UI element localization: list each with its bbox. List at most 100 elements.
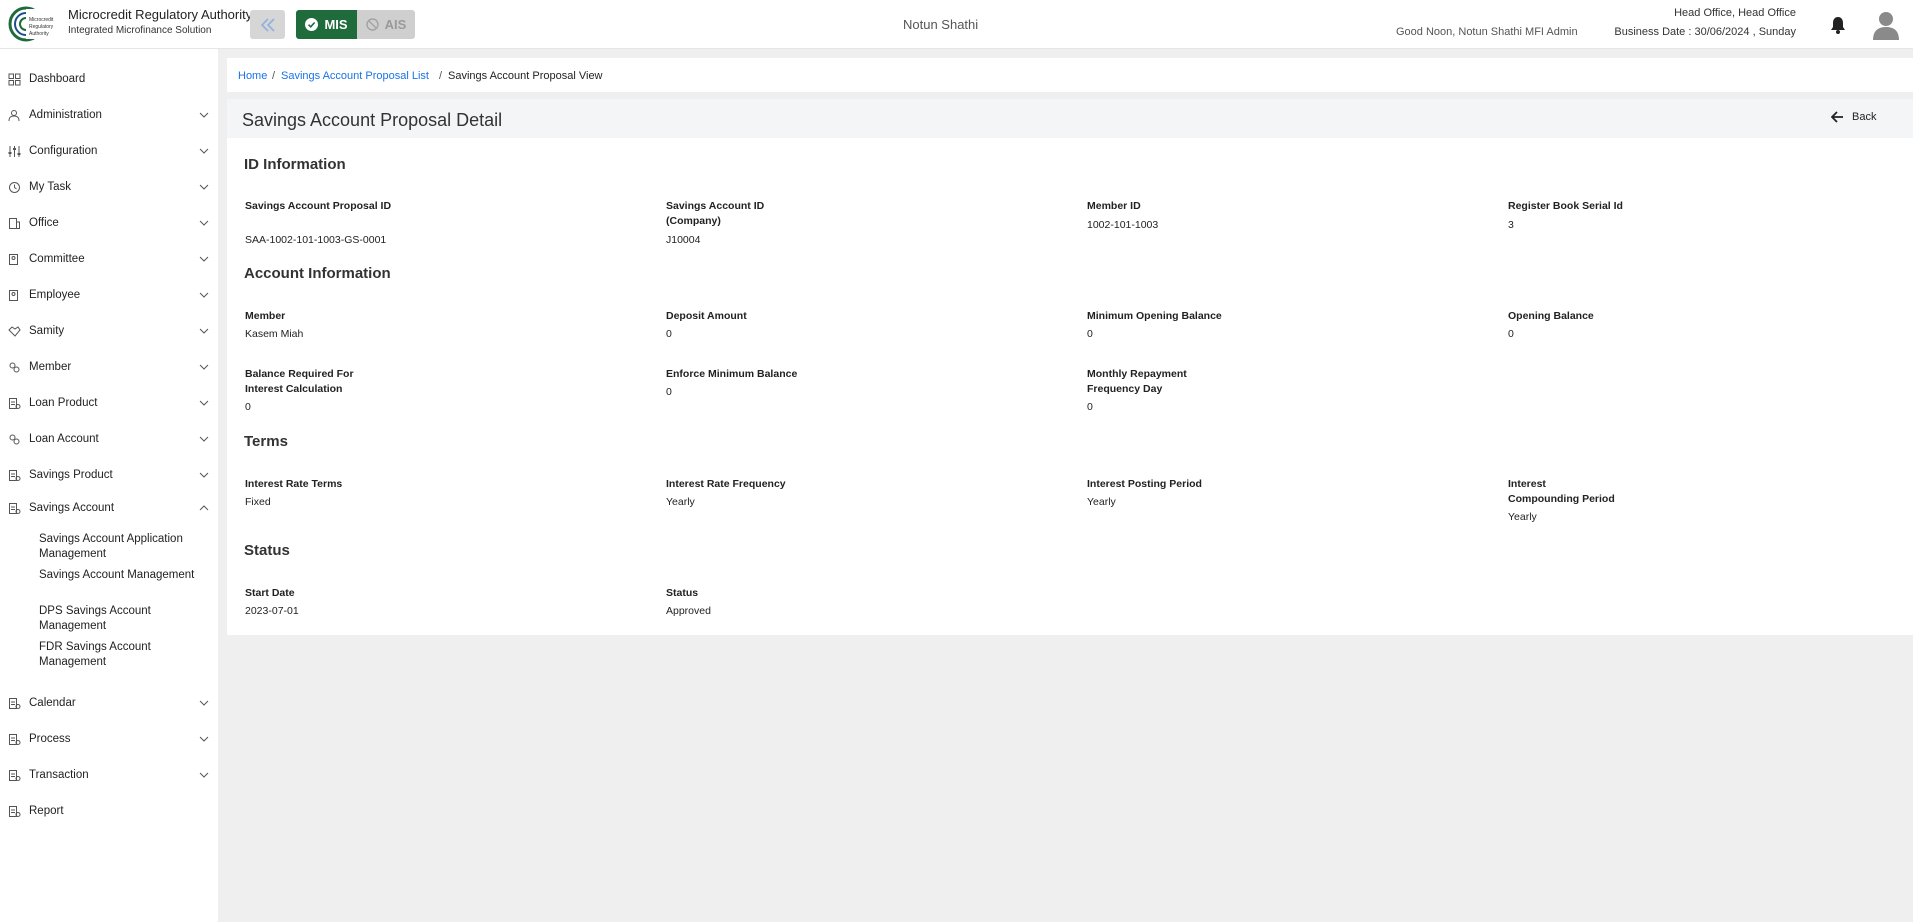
section-title-status: Status — [244, 542, 290, 559]
sidebar-item-administration[interactable]: Administration — [0, 103, 218, 127]
field-label: Deposit Amount — [666, 310, 747, 322]
grid-icon — [8, 73, 21, 85]
sidebar-item-label: Office — [29, 217, 59, 229]
sidebar-item-loan-account[interactable]: Loan Account — [0, 427, 218, 451]
sidebar-item-transaction[interactable]: Transaction — [0, 763, 218, 787]
user-avatar-icon[interactable] — [1872, 10, 1900, 40]
document-icon — [9, 697, 21, 709]
field-value: SAA-1002-101-1003-GS-0001 — [245, 234, 387, 246]
field-label: Register Book Serial Id — [1508, 200, 1623, 212]
section-title-account-info: Account Information — [244, 265, 391, 282]
section-title-terms: Terms — [244, 433, 288, 450]
field-value: Yearly — [1508, 511, 1537, 523]
section-title-id-info: ID Information — [244, 156, 346, 173]
svg-text:Authority: Authority — [29, 31, 49, 37]
sidebar-item-samity[interactable]: Samity — [0, 319, 218, 343]
chevron-down-icon — [199, 112, 209, 118]
field-value: 0 — [1508, 328, 1514, 340]
arrow-left-icon — [1831, 111, 1843, 123]
breadcrumb-separator: / — [439, 70, 443, 82]
document-icon — [9, 397, 21, 409]
sidebar-item-label: Samity — [29, 325, 65, 337]
sidebar-item-process[interactable]: Process — [0, 727, 218, 751]
sidebar-item-dashboard[interactable]: Dashboard — [0, 67, 218, 91]
field-label: Monthly Repayment Frequency Day — [1087, 368, 1187, 395]
sidebar-item-calendar[interactable]: Calendar — [0, 691, 218, 715]
submenu-savings-application-management[interactable]: Savings Account Application Management — [39, 532, 209, 562]
field-label: Balance Required For Interest Calculatio… — [245, 368, 354, 395]
submenu-fdr-savings-management[interactable]: FDR Savings Account Management — [39, 640, 209, 670]
check-circle-icon — [305, 18, 319, 31]
sidebar-item-committee[interactable]: Committee — [0, 247, 218, 271]
sidebar-item-label: Loan Product — [29, 397, 98, 409]
field-label: Member ID — [1087, 200, 1141, 212]
chevron-down-icon — [199, 328, 209, 334]
brand-title: Microcredit Regulatory Authority — [68, 7, 253, 22]
field-value: 3 — [1508, 219, 1514, 231]
field-label: Enforce Minimum Balance — [666, 368, 798, 380]
chevron-down-icon — [199, 364, 209, 370]
breadcrumb-current: Savings Account Proposal View — [448, 70, 603, 82]
sidebar-item-label: Savings Product — [29, 469, 113, 481]
field-label: Interest Rate Frequency — [666, 478, 786, 490]
document-icon — [9, 733, 21, 745]
sidebar-item-savings-account[interactable]: Savings Account — [0, 496, 218, 520]
breadcrumb-list-link[interactable]: Savings Account Proposal List — [281, 70, 429, 82]
field-value: 1002-101-1003 — [1087, 219, 1159, 231]
sidebar-item-employee[interactable]: Employee — [0, 283, 218, 307]
sidebar-item-savings-product[interactable]: Savings Product — [0, 463, 218, 487]
committee-icon — [9, 253, 18, 265]
chevron-down-icon — [199, 256, 209, 262]
mis-mode-button[interactable]: MIS — [296, 10, 357, 39]
sidebar-item-report[interactable]: Report — [0, 799, 218, 823]
field-label: Interest Compounding Period — [1508, 478, 1615, 505]
field-value: 0 — [666, 328, 672, 340]
chevron-down-icon — [199, 736, 209, 742]
breadcrumb-separator: / — [272, 70, 276, 82]
panel-header: Savings Account Proposal Detail Back — [227, 99, 1913, 138]
double-chevron-left-icon — [260, 17, 275, 32]
sidebar-item-my-task[interactable]: My Task — [0, 175, 218, 199]
sidebar-item-label: Configuration — [29, 145, 98, 157]
admin-icon — [8, 109, 20, 121]
sidebar-item-label: Savings Account — [29, 502, 115, 514]
back-button[interactable]: Back — [1831, 111, 1876, 123]
disabled-circle-icon — [365, 18, 379, 31]
sidebar-item-label: Dashboard — [29, 73, 86, 85]
collapse-sidebar-button[interactable] — [250, 10, 285, 39]
chevron-down-icon — [199, 220, 209, 226]
svg-text:Microcredit: Microcredit — [29, 17, 54, 23]
field-label: Member — [245, 310, 286, 322]
ais-mode-button[interactable]: AIS — [357, 10, 415, 39]
task-icon — [9, 181, 20, 193]
members-icon — [9, 362, 20, 372]
submenu-savings-account-management[interactable]: Savings Account Management — [39, 568, 209, 583]
sidebar-item-office[interactable]: Office — [0, 211, 218, 235]
field-value: 0 — [1087, 401, 1093, 413]
sidebar-item-member[interactable]: Member — [0, 355, 218, 379]
chevron-down-icon — [199, 400, 209, 406]
chevron-down-icon — [199, 772, 209, 778]
breadcrumb: Home / Savings Account Proposal List / S… — [227, 58, 1913, 92]
business-date: Business Date : 30/06/2024 , Sunday — [1614, 26, 1796, 38]
chevron-down-icon — [199, 472, 209, 478]
sidebar: Dashboard Administration Configuration M… — [0, 49, 218, 922]
field-value: Kasem Miah — [245, 328, 304, 340]
office-name: Head Office, Head Office — [1674, 7, 1796, 19]
members-icon — [9, 434, 20, 444]
submenu-dps-savings-management[interactable]: DPS Savings Account Management — [39, 604, 209, 634]
bell-icon[interactable] — [1830, 16, 1846, 34]
field-label: Opening Balance — [1508, 310, 1594, 322]
sidebar-item-label: Loan Account — [29, 433, 99, 445]
field-value: Yearly — [1087, 496, 1116, 508]
field-label: Savings Account ID (Company) — [666, 200, 765, 227]
detail-panel: Savings Account Proposal Detail Back ID … — [227, 99, 1913, 635]
handshake-icon — [8, 325, 21, 337]
field-value: 0 — [666, 386, 672, 398]
sidebar-item-configuration[interactable]: Configuration — [0, 139, 218, 163]
sidebar-item-loan-product[interactable]: Loan Product — [0, 391, 218, 415]
breadcrumb-home-link[interactable]: Home — [238, 70, 267, 82]
sidebar-item-label: Committee — [29, 253, 85, 265]
chevron-up-icon — [199, 505, 209, 511]
ais-label: AIS — [384, 17, 407, 32]
